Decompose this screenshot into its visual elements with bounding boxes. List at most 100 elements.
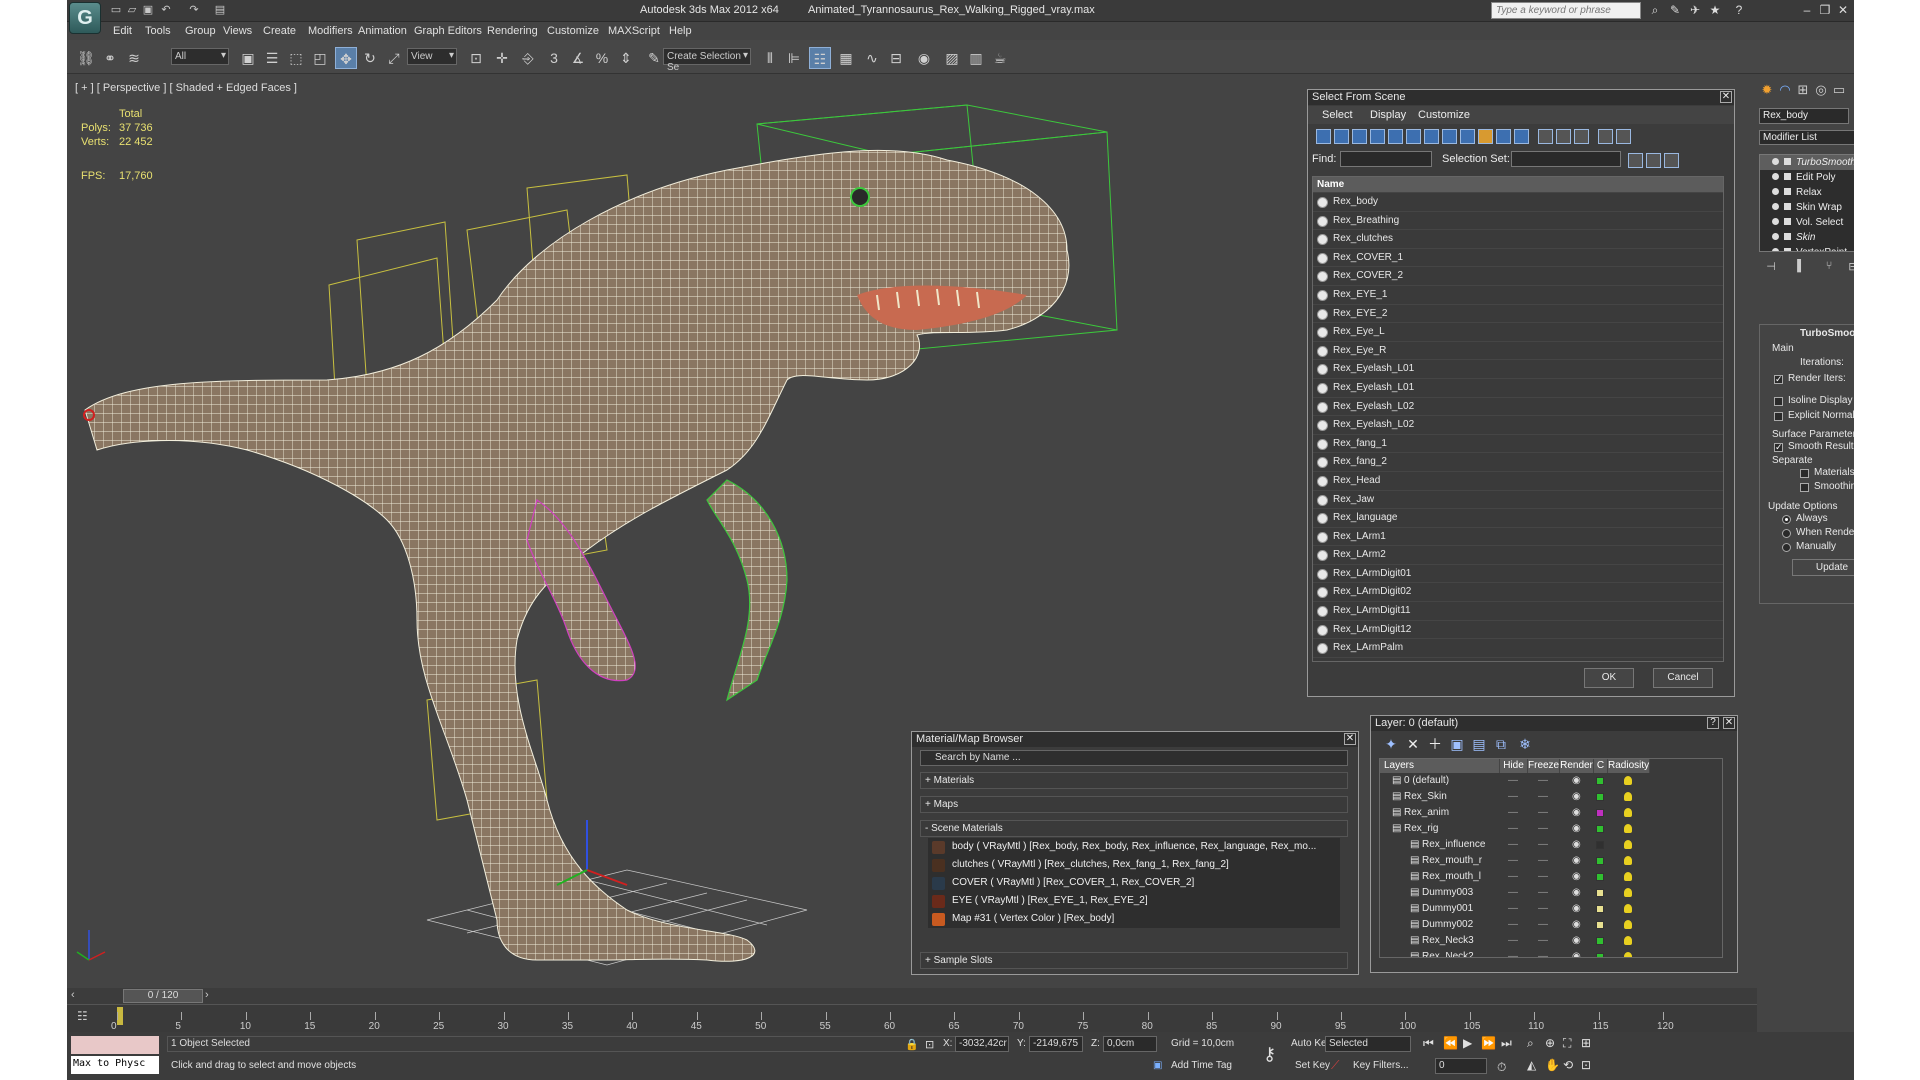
schematic-view-icon[interactable]: ⊟	[885, 47, 907, 69]
render-production-icon[interactable]: ☕	[989, 47, 1011, 69]
layer-color-swatch[interactable]	[1596, 873, 1604, 881]
help-icon[interactable]: ?	[1731, 3, 1747, 18]
scene-object-row[interactable]: Rex_EYE_2	[1313, 305, 1723, 324]
freeze-toggle[interactable]: —	[1538, 789, 1548, 805]
radiosity-bulb-icon[interactable]	[1624, 776, 1632, 785]
hide-toggle[interactable]: —	[1508, 837, 1518, 853]
window-crossing-icon[interactable]: ◰	[309, 47, 331, 69]
scene-object-row[interactable]: Rex_LArmDigit02	[1313, 583, 1723, 603]
maxscript-mini-listener[interactable]: Max to Physc	[71, 1056, 159, 1074]
help-icon[interactable]: ?	[1707, 717, 1719, 729]
modifier-stack-item[interactable]: Edit Poly	[1760, 170, 1854, 185]
zoom-all-icon[interactable]: ⊕	[1545, 1036, 1555, 1050]
display-all-icon[interactable]	[1538, 129, 1553, 144]
menu-edit[interactable]: Edit	[113, 25, 132, 37]
hide-toggle[interactable]: —	[1508, 853, 1518, 869]
display-cameras-icon[interactable]	[1370, 129, 1385, 144]
layer-color-swatch[interactable]	[1596, 937, 1604, 945]
pan-icon[interactable]: ✋	[1545, 1058, 1560, 1072]
freeze-toggle[interactable]: —	[1538, 805, 1548, 821]
modifier-stack-item[interactable]: TurboSmooth	[1760, 155, 1854, 170]
link-icon[interactable]: ⛓	[75, 47, 97, 69]
layer-row[interactable]: ▤ Rex_mouth_l — — ◉	[1380, 869, 1722, 885]
select-from-scene-titlebar[interactable]: Select From Scene ✕	[1308, 90, 1734, 105]
display-hidden-icon[interactable]	[1514, 129, 1529, 144]
unlink-icon[interactable]: ⚭	[99, 47, 121, 69]
layer-row[interactable]: ▤ Rex_influence — — ◉	[1380, 837, 1722, 853]
remove-from-set-icon[interactable]	[1664, 153, 1679, 168]
layer-row[interactable]: ▤ Dummy001 — — ◉	[1380, 901, 1722, 917]
highlight-layer-icon[interactable]: ▤	[1471, 736, 1487, 752]
radiosity-bulb-icon[interactable]	[1624, 936, 1632, 945]
display-spacewarps-icon[interactable]	[1406, 129, 1421, 144]
zoom-extents-icon[interactable]: ⛶	[1563, 1036, 1571, 1051]
scene-object-row[interactable]: Rex_language	[1313, 509, 1723, 528]
render-toggle-icon[interactable]: ◉	[1572, 821, 1581, 837]
radiosity-bulb-icon[interactable]	[1624, 952, 1632, 957]
scene-object-row[interactable]: Rex_clutches	[1313, 230, 1723, 249]
smooth-result-checkbox[interactable]	[1774, 442, 1783, 453]
hide-toggle[interactable]: —	[1508, 869, 1518, 885]
maps-section[interactable]: + Maps	[920, 796, 1348, 813]
hide-toggle[interactable]: —	[1508, 821, 1518, 837]
materials-checkbox[interactable]	[1800, 469, 1809, 478]
layer-row[interactable]: ▤ Rex_anim — — ◉	[1380, 805, 1722, 821]
infocenter-search-input[interactable]: Type a keyword or phrase	[1491, 2, 1641, 19]
menu-group[interactable]: Group	[185, 25, 216, 37]
modifier-stack-item[interactable]: Skin Wrap	[1760, 200, 1854, 215]
scene-object-row[interactable]: Rex_Breathing	[1313, 212, 1723, 231]
layer-row[interactable]: ▤ Rex_mouth_r — — ◉	[1380, 853, 1722, 869]
scene-object-row[interactable]: Rex_LArmDigit01	[1313, 565, 1723, 584]
layer-color-swatch[interactable]	[1596, 857, 1604, 865]
scene-object-row[interactable]: Rex_Eyelash_L01	[1313, 379, 1723, 398]
app-logo-icon[interactable]: G	[69, 2, 101, 34]
track-bar[interactable]: ☷ 0 5 10 15 20 25 30 35 40 45 50 55 60 65 70 75 80 85 90 95…	[67, 1004, 1757, 1032]
radiosity-bulb-icon[interactable]	[1624, 824, 1632, 833]
time-slider-thumb[interactable]: 0 / 120	[123, 989, 203, 1003]
scene-material-row[interactable]: COVER ( VRayMtl ) [Rex_COVER_1, Rex_COVE…	[928, 874, 1340, 892]
menu-tools[interactable]: Tools	[145, 25, 171, 37]
freeze-toggle[interactable]: —	[1538, 853, 1548, 869]
render-toggle-icon[interactable]: ◉	[1572, 805, 1581, 821]
material-editor-icon[interactable]: ◉	[913, 47, 935, 69]
save-icon[interactable]: ▣	[141, 3, 155, 17]
scene-object-row[interactable]: Rex_body	[1313, 193, 1723, 212]
scene-object-row[interactable]: Rex_LArmDigit12	[1313, 621, 1723, 640]
modifier-stack-item[interactable]: Skin	[1760, 230, 1854, 245]
render-toggle-icon[interactable]: ◉	[1572, 773, 1581, 789]
layer-color-swatch[interactable]	[1596, 777, 1604, 785]
scene-object-row[interactable]: Rex_Eyelash_L01	[1313, 360, 1723, 379]
layer-color-swatch[interactable]	[1596, 921, 1604, 929]
maxscript-listener-top[interactable]	[71, 1036, 159, 1054]
radiosity-bulb-icon[interactable]	[1624, 872, 1632, 881]
render-toggle-icon[interactable]: ◉	[1572, 837, 1581, 853]
play-icon[interactable]: ▶	[1463, 1036, 1472, 1050]
radiosity-bulb-icon[interactable]	[1624, 808, 1632, 817]
radiosity-bulb-icon[interactable]	[1624, 920, 1632, 929]
prev-frame-icon[interactable]: ‹	[71, 989, 75, 1001]
modifier-list-dropdown[interactable]: Modifier List	[1759, 130, 1854, 145]
scene-object-row[interactable]: Rex_Eyelash_L02	[1313, 416, 1723, 435]
render-toggle-icon[interactable]: ◉	[1572, 949, 1581, 957]
named-selection-sets-dropdown[interactable]: Create Selection Se	[663, 48, 751, 73]
layer-color-swatch[interactable]	[1596, 809, 1604, 817]
edit-named-selection-icon[interactable]: ✎	[643, 47, 665, 69]
render-toggle-icon[interactable]: ◉	[1572, 917, 1581, 933]
modifier-toggle-icon[interactable]	[1772, 218, 1779, 225]
scene-object-row[interactable]: Rex_EYE_1	[1313, 286, 1723, 305]
close-icon[interactable]: ✕	[1835, 3, 1851, 18]
radiosity-bulb-icon[interactable]	[1624, 888, 1632, 897]
materials-section[interactable]: + Materials	[920, 772, 1348, 789]
go-to-start-icon[interactable]: ⏮	[1423, 1036, 1434, 1051]
display-none-icon[interactable]	[1556, 129, 1571, 144]
layer-row[interactable]: ▤ Rex_Neck2 — — ◉	[1380, 949, 1722, 957]
render-toggle-icon[interactable]: ◉	[1572, 885, 1581, 901]
radiosity-column-header[interactable]: Radiosity	[1608, 759, 1650, 773]
make-unique-icon[interactable]: ⑂	[1821, 260, 1837, 276]
scene-object-row[interactable]: Rex_LArm1	[1313, 528, 1723, 547]
modifier-toggle-icon[interactable]	[1772, 233, 1779, 240]
scene-material-row[interactable]: body ( VRayMtl ) [Rex_body, Rex_body, Re…	[928, 838, 1340, 856]
add-time-tag[interactable]: Add Time Tag	[1171, 1060, 1232, 1071]
freeze-toggle[interactable]: —	[1538, 773, 1548, 789]
zoom-icon[interactable]: ⌕	[1527, 1036, 1534, 1051]
